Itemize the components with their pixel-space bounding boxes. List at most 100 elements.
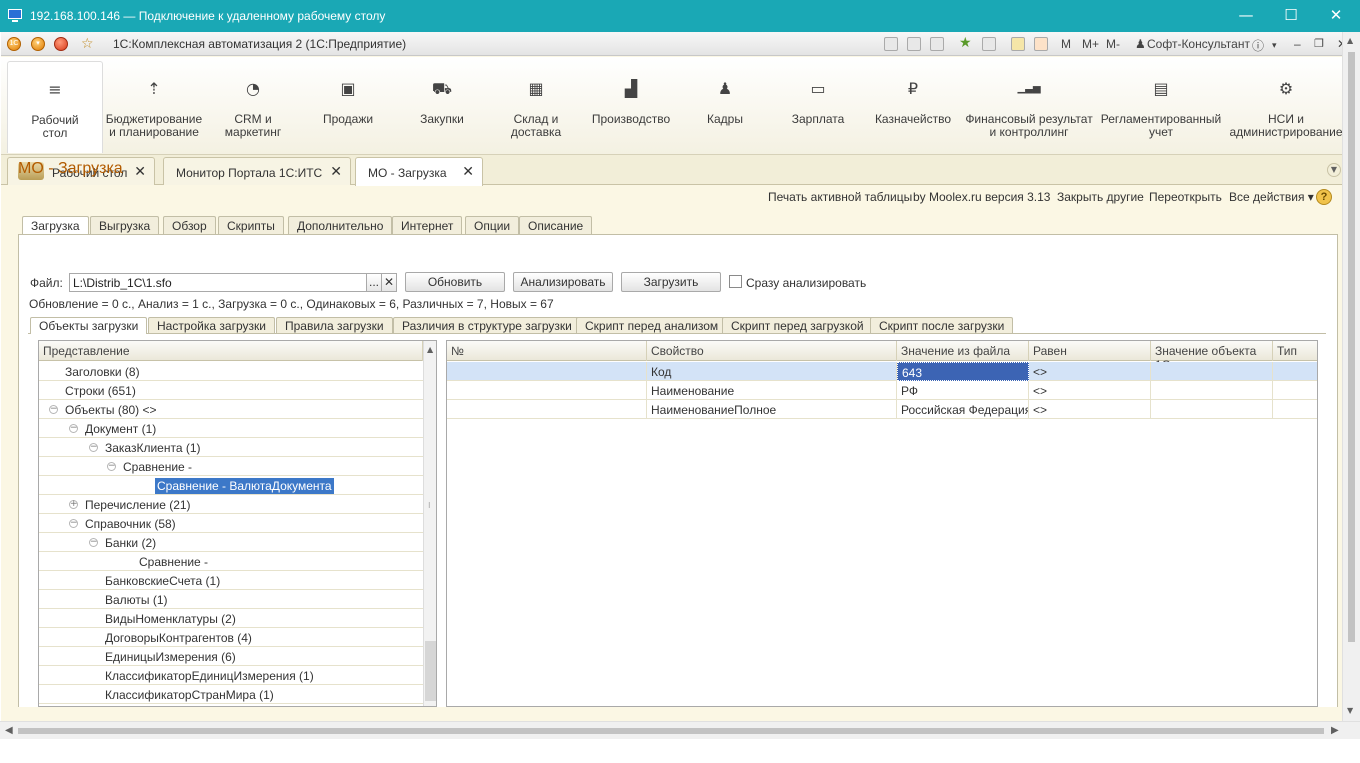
expand-icon[interactable]: + bbox=[69, 500, 78, 509]
rdp-horizontal-scrollbar[interactable]: ◀ ▶ bbox=[0, 721, 1360, 739]
table-row[interactable]: Код 643 <> bbox=[447, 362, 1317, 381]
tab-export[interactable]: Выгрузка bbox=[90, 216, 160, 234]
tab-internet[interactable]: Интернет bbox=[392, 216, 463, 234]
collapse-icon[interactable]: − bbox=[89, 538, 98, 547]
table-row[interactable]: НаименованиеПолное Российская Федерация <> bbox=[447, 400, 1317, 419]
table-row[interactable]: Наименование РФ <> bbox=[447, 381, 1317, 400]
memory-minus-button[interactable]: M- bbox=[1106, 37, 1120, 51]
scroll-thumb[interactable] bbox=[1348, 52, 1355, 642]
section-purchases[interactable]: ⛟ Закупки bbox=[395, 61, 489, 153]
app-logo-icon[interactable]: 1C bbox=[7, 37, 21, 51]
cell-file[interactable]: Российская Федерация bbox=[897, 400, 1029, 419]
section-sales[interactable]: ▣ Продажи bbox=[301, 61, 395, 153]
file-select-button[interactable]: ... bbox=[366, 273, 382, 292]
tree-row[interactable]: − Сравнение - bbox=[39, 457, 423, 476]
tree-row[interactable]: − Документ (1) bbox=[39, 419, 423, 438]
tree-row[interactable]: − Объекты (80) <> bbox=[39, 400, 423, 419]
reopen-button[interactable]: Переоткрыть bbox=[1149, 190, 1222, 204]
cell-num[interactable] bbox=[447, 381, 647, 400]
cell-num[interactable] bbox=[447, 362, 647, 381]
analyze-button[interactable]: Анализировать bbox=[513, 272, 613, 292]
scroll-thumb[interactable] bbox=[18, 728, 1324, 734]
scroll-up-icon[interactable]: ▲ bbox=[427, 345, 433, 354]
tab-structure-diff[interactable]: Различия в структуре загрузки bbox=[393, 317, 581, 333]
close-others-button[interactable]: Закрыть другие bbox=[1057, 190, 1144, 204]
column-header-representation[interactable]: Представление bbox=[39, 341, 423, 361]
tree-scrollbar[interactable]: ▲ ⁝ bbox=[423, 341, 436, 706]
column-header-object-value[interactable]: Значение объекта 1С bbox=[1151, 341, 1273, 372]
tab-its-monitor[interactable]: Монитор Портала 1С:ИТС ✕ bbox=[163, 157, 351, 185]
tree-row[interactable]: Заголовки (8) bbox=[39, 362, 423, 381]
objects-tree[interactable]: Представление Заголовки (8) Строки (651) −… bbox=[38, 340, 437, 707]
minimize-button[interactable]: — bbox=[1223, 0, 1269, 32]
collapse-icon[interactable]: − bbox=[89, 443, 98, 452]
info-dropdown-icon[interactable]: ▾ bbox=[1272, 40, 1277, 51]
cell-obj[interactable] bbox=[1151, 381, 1273, 400]
tab-load-rules[interactable]: Правила загрузки bbox=[276, 317, 393, 333]
user-icon[interactable]: ♟ bbox=[1135, 37, 1146, 51]
tab-load[interactable]: Загрузка bbox=[22, 216, 89, 235]
history-icon[interactable] bbox=[982, 37, 996, 51]
home-icon[interactable] bbox=[54, 37, 68, 51]
tree-row[interactable]: КлассификаторСтранМира (1) bbox=[39, 685, 423, 704]
cell-obj[interactable] bbox=[1151, 362, 1273, 381]
file-clear-button[interactable]: ✕ bbox=[381, 273, 397, 292]
tab-mo-load[interactable]: МО - Загрузка ✕ bbox=[355, 157, 483, 186]
scroll-left-icon[interactable]: ◀ bbox=[5, 725, 13, 736]
column-header-type[interactable]: Тип bbox=[1273, 341, 1317, 361]
info-icon[interactable]: ⓘ bbox=[1252, 37, 1264, 54]
collapse-icon[interactable]: − bbox=[69, 519, 78, 528]
collapse-icon[interactable]: − bbox=[69, 424, 78, 433]
cell-prop[interactable]: Наименование bbox=[647, 381, 897, 400]
app-restore-icon[interactable]: ❐ bbox=[1314, 37, 1324, 50]
tree-row[interactable]: ДоговорыКонтрагентов (4) bbox=[39, 628, 423, 647]
properties-table[interactable]: № Свойство Значение из файла Равен Значе… bbox=[446, 340, 1318, 707]
tree-row[interactable]: − Банки (2) bbox=[39, 533, 423, 552]
tree-row[interactable]: − Справочник (58) bbox=[39, 514, 423, 533]
section-crm[interactable]: ◔ CRM и маркетинг bbox=[205, 61, 301, 153]
cell-eq[interactable]: <> bbox=[1029, 400, 1151, 419]
save-icon[interactable] bbox=[884, 37, 898, 51]
close-window-button[interactable]: ✕ bbox=[1313, 0, 1359, 32]
cell-file[interactable]: 643 bbox=[897, 362, 1029, 381]
tab-load-objects[interactable]: Объекты загрузки bbox=[30, 317, 148, 334]
tab-script-before-load[interactable]: Скрипт перед загрузкой bbox=[722, 317, 873, 333]
calendar-icon[interactable] bbox=[1034, 37, 1048, 51]
close-tab-icon[interactable]: ✕ bbox=[330, 164, 342, 180]
tab-script-before-analysis[interactable]: Скрипт перед анализом bbox=[576, 317, 728, 333]
section-hr[interactable]: ♟ Кадры bbox=[679, 61, 771, 153]
cell-type[interactable] bbox=[1273, 381, 1317, 400]
app-minimize-icon[interactable]: – bbox=[1294, 37, 1301, 51]
scroll-thumb[interactable] bbox=[425, 641, 436, 701]
section-finance[interactable]: ▁▃▅ Финансовый результат и контроллинг bbox=[963, 61, 1095, 153]
tree-row[interactable]: Строки (651) bbox=[39, 381, 423, 400]
favorites-star-icon[interactable]: ☆ bbox=[81, 36, 94, 52]
section-warehouse[interactable]: ▦ Склад и доставка bbox=[489, 61, 583, 153]
tree-row[interactable]: Сравнение - bbox=[39, 552, 423, 571]
tab-description[interactable]: Описание bbox=[519, 216, 593, 234]
cell-eq[interactable]: <> bbox=[1029, 381, 1151, 400]
file-path-input[interactable]: L:\Distrib_1C\1.sfo bbox=[69, 273, 367, 292]
cell-type[interactable] bbox=[1273, 362, 1317, 381]
maximize-button[interactable]: ☐ bbox=[1268, 0, 1314, 32]
all-actions-button[interactable]: Все действия ▾ bbox=[1229, 190, 1314, 204]
user-name[interactable]: Софт-Консультант bbox=[1147, 37, 1250, 51]
tree-row[interactable]: Сравнение - ВалютаДокумента bbox=[39, 476, 423, 495]
menu-dropdown-icon[interactable]: ▾ bbox=[31, 37, 45, 51]
tree-row[interactable]: + Перечисление (21) bbox=[39, 495, 423, 514]
tree-row[interactable]: ЕдиницыИзмерения (6) bbox=[39, 647, 423, 666]
cell-num[interactable] bbox=[447, 400, 647, 419]
section-production[interactable]: ▟ Производство bbox=[583, 61, 679, 153]
scroll-right-icon[interactable]: ▶ bbox=[1331, 725, 1339, 736]
column-header-equal[interactable]: Равен bbox=[1029, 341, 1151, 361]
cell-type[interactable] bbox=[1273, 400, 1317, 419]
analyze-immediately-checkbox[interactable] bbox=[729, 275, 742, 288]
memory-m-button[interactable]: M bbox=[1061, 37, 1071, 51]
tabs-scroll-icon[interactable]: ▼ bbox=[1327, 163, 1341, 177]
tab-script-after-load[interactable]: Скрипт после загрузки bbox=[870, 317, 1014, 333]
section-admin[interactable]: ⚙ НСИ и администрирование bbox=[1227, 61, 1345, 153]
cell-prop[interactable]: Код bbox=[647, 362, 897, 381]
moolex-link[interactable]: by Moolex.ru bbox=[913, 190, 982, 204]
column-header-property[interactable]: Свойство bbox=[647, 341, 897, 361]
rdp-vertical-scrollbar[interactable]: ▲ ▼ bbox=[1342, 32, 1360, 721]
